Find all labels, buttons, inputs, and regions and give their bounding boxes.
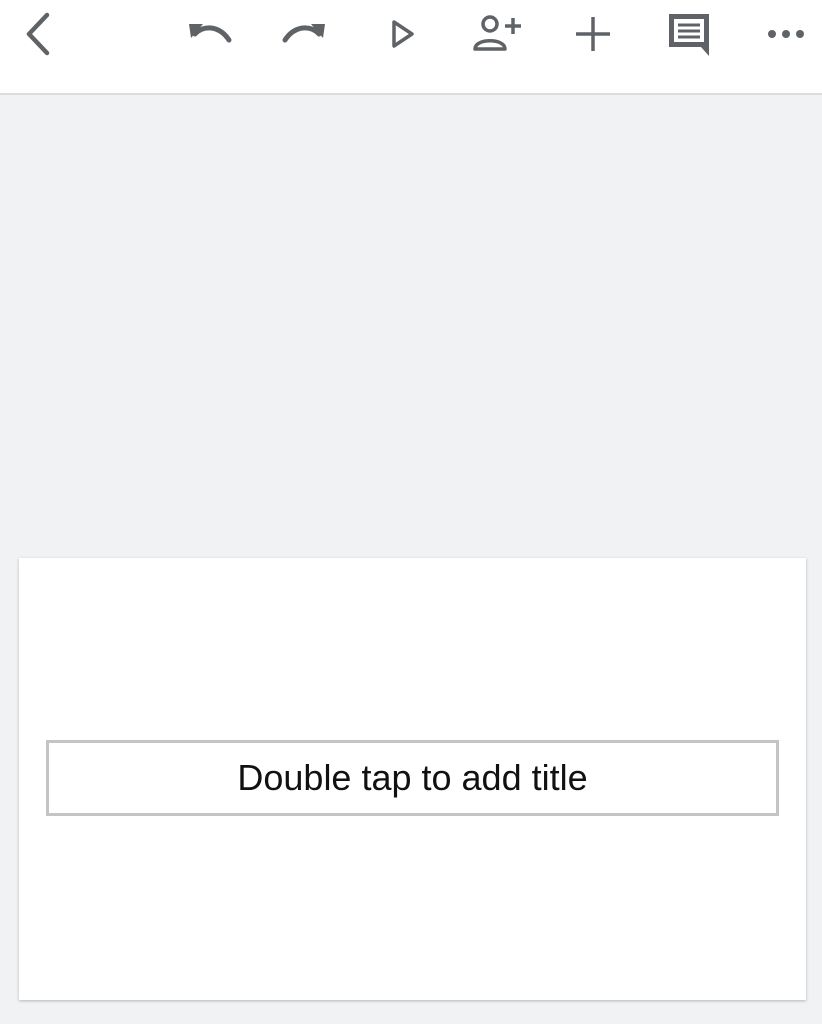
more-options-button[interactable]	[758, 6, 814, 62]
back-arrow-icon	[26, 12, 50, 56]
plus-icon	[576, 17, 610, 51]
comment-icon	[669, 14, 709, 56]
redo-icon	[282, 24, 325, 43]
add-person-icon	[473, 15, 521, 51]
insert-button[interactable]	[565, 6, 621, 62]
title-placeholder[interactable]: Double tap to add title	[46, 740, 779, 816]
top-toolbar	[0, 0, 822, 95]
undo-button[interactable]	[181, 6, 237, 62]
back-button[interactable]	[10, 6, 66, 62]
slide[interactable]: Double tap to add title	[19, 558, 806, 1000]
share-button[interactable]	[469, 6, 525, 62]
undo-icon	[189, 24, 232, 43]
redo-button[interactable]	[277, 6, 333, 62]
comment-button[interactable]	[661, 6, 717, 62]
present-play-icon	[392, 20, 414, 48]
more-horizontal-icon	[768, 30, 804, 38]
present-button[interactable]	[375, 6, 431, 62]
